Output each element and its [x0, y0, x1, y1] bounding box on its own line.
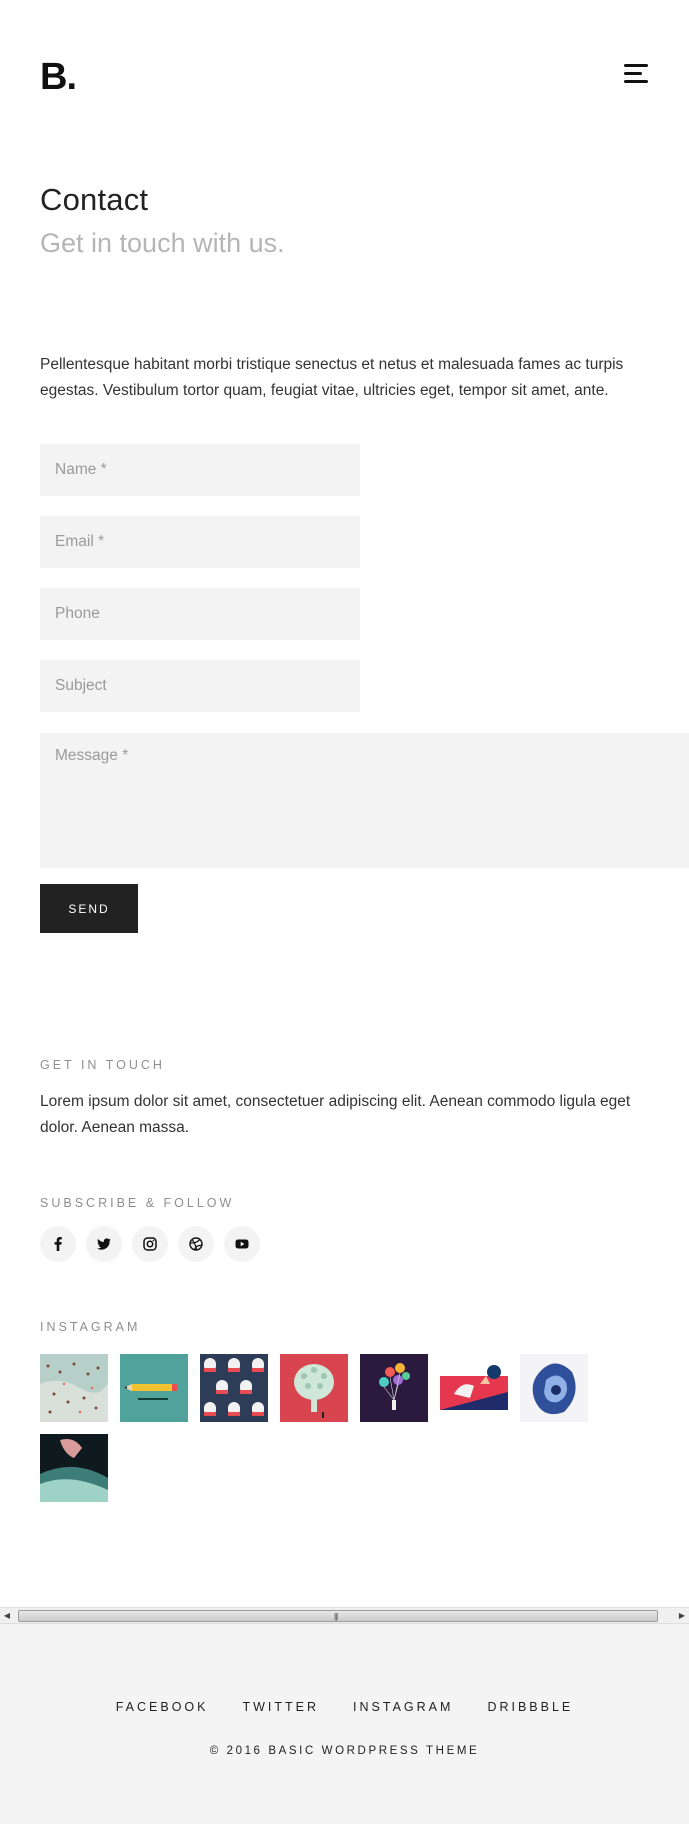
page-title: Contact: [40, 182, 149, 217]
horizontal-scrollbar[interactable]: ◀ ||| ▶: [0, 1607, 689, 1624]
dribbble-button[interactable]: [178, 1226, 214, 1262]
instagram-thumbnail[interactable]: [40, 1354, 108, 1422]
brain-image: [280, 1354, 348, 1422]
instagram-thumbnail[interactable]: [280, 1354, 348, 1422]
instagram-icon: [143, 1237, 157, 1251]
send-button[interactable]: SEND: [40, 884, 138, 933]
scrollbar-thumb[interactable]: |||: [18, 1610, 658, 1622]
pattern-image: [200, 1354, 268, 1422]
instagram-button[interactable]: [132, 1226, 168, 1262]
instagram-thumbnail[interactable]: [520, 1354, 588, 1422]
instagram-thumbnail[interactable]: [360, 1354, 428, 1422]
message-field[interactable]: [40, 733, 689, 868]
get-in-touch-heading: GET IN TOUCH: [40, 1058, 165, 1072]
name-field[interactable]: [40, 444, 360, 496]
instagram-feed: [40, 1354, 600, 1502]
instagram-thumbnail[interactable]: [440, 1354, 508, 1422]
pencil-image: [120, 1354, 188, 1422]
site-footer: FACEBOOK TWITTER INSTAGRAM DRIBBBLE © 20…: [0, 1624, 689, 1824]
balloons-image: [360, 1354, 428, 1422]
hamburger-menu-icon[interactable]: [624, 64, 648, 84]
page-subtitle: Get in touch with us.: [40, 228, 285, 258]
youtube-icon: [235, 1239, 249, 1249]
footer-link-facebook[interactable]: FACEBOOK: [116, 1700, 209, 1714]
beach-crowd-image: [40, 1354, 108, 1422]
footer-link-dribbble[interactable]: DRIBBBLE: [487, 1700, 573, 1714]
dribbble-icon: [189, 1237, 203, 1251]
instagram-thumbnail[interactable]: [200, 1354, 268, 1422]
facebook-button[interactable]: [40, 1226, 76, 1262]
site-logo[interactable]: B.: [40, 58, 77, 96]
subject-field[interactable]: [40, 660, 360, 712]
instagram-heading: INSTAGRAM: [40, 1320, 141, 1334]
subscribe-follow-heading: SUBSCRIBE & FOLLOW: [40, 1196, 235, 1210]
youtube-button[interactable]: [224, 1226, 260, 1262]
scroll-left-arrow-icon[interactable]: ◀: [2, 1611, 12, 1621]
footer-link-instagram[interactable]: INSTAGRAM: [353, 1700, 453, 1714]
copyright-text: © 2016 BASIC WORDPRESS THEME: [209, 1745, 480, 1757]
footer-link-twitter[interactable]: TWITTER: [243, 1700, 320, 1714]
intro-text: Pellentesque habitant morbi tristique se…: [40, 356, 624, 399]
get-in-touch-text: Lorem ipsum dolor sit amet, consectetuer…: [40, 1093, 631, 1136]
facebook-icon: [54, 1237, 62, 1251]
twitter-button[interactable]: [86, 1226, 122, 1262]
instagram-thumbnail[interactable]: [120, 1354, 188, 1422]
phone-field[interactable]: [40, 588, 360, 640]
instagram-thumbnail[interactable]: [40, 1434, 108, 1502]
grip-icon: |||: [334, 1612, 338, 1621]
abstract-image: [440, 1354, 508, 1422]
twitter-icon: [97, 1238, 111, 1250]
scroll-right-arrow-icon[interactable]: ▶: [677, 1611, 687, 1621]
blue-swirl-image: [520, 1354, 588, 1422]
email-field[interactable]: [40, 516, 360, 568]
earth-image: [40, 1434, 108, 1502]
social-links: [40, 1226, 260, 1262]
footer-nav: FACEBOOK TWITTER INSTAGRAM DRIBBBLE: [0, 1700, 689, 1714]
